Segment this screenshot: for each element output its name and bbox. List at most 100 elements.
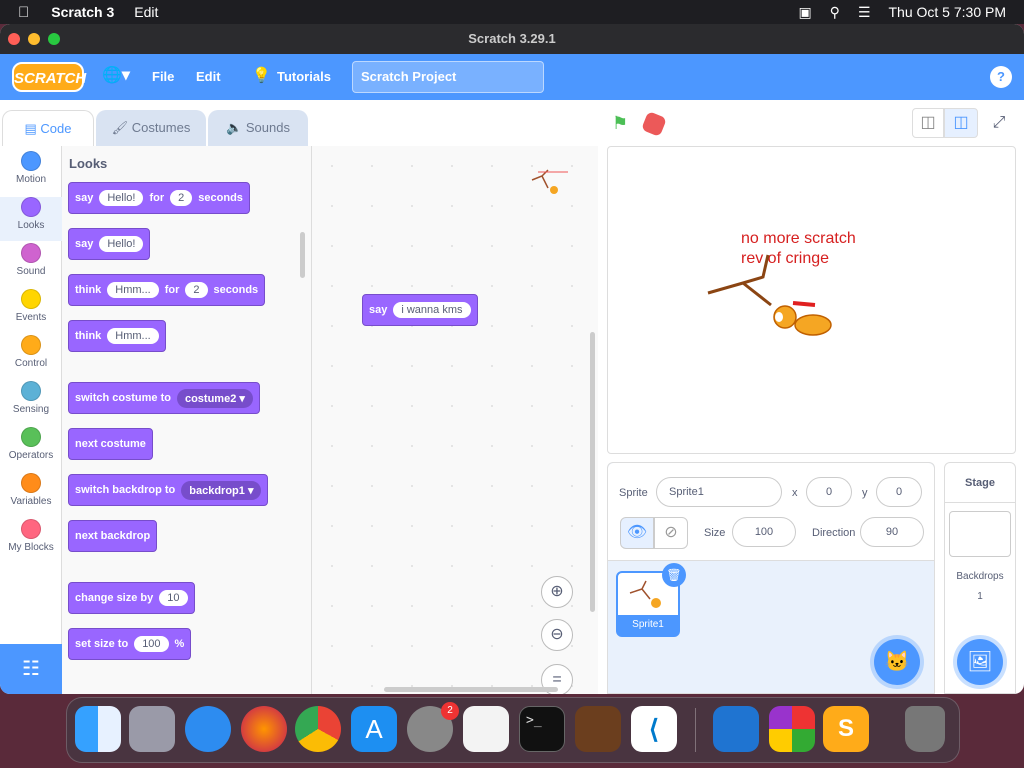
next-costume-block[interactable]: next costume <box>68 428 153 460</box>
terminal-icon[interactable]: >_ <box>519 706 565 752</box>
sprite-name-input[interactable]: Sprite1 <box>656 477 782 507</box>
category-variables[interactable]: Variables <box>0 473 62 507</box>
zoom-in-button[interactable]: ⊕ <box>541 576 573 608</box>
switch-backdrop-block[interactable]: switch backdrop to backdrop1 ▾ <box>68 474 269 506</box>
y-input[interactable]: 0 <box>876 477 922 507</box>
vscode-icon[interactable]: ⟨ <box>631 706 677 752</box>
menubar-app-name[interactable]: Scratch 3 <box>51 4 114 20</box>
launchpad-icon[interactable] <box>129 706 175 752</box>
zoom-window-button[interactable] <box>48 33 60 45</box>
code-workspace[interactable]: say i wanna kms ⊕ ⊖ = <box>312 146 598 694</box>
tutorials-button[interactable]: Tutorials <box>277 69 331 84</box>
control-center-icon[interactable]: ☰ <box>858 4 871 21</box>
speaker-icon: 🔈 <box>226 120 243 135</box>
safari-icon[interactable] <box>185 706 231 752</box>
fullscreen-icon[interactable]: ⤢ <box>984 108 1014 138</box>
spotlight-search-icon[interactable]: ⚲ <box>830 4 840 21</box>
app-store-icon[interactable]: A <box>351 706 397 752</box>
category-sensing[interactable]: Sensing <box>0 381 62 415</box>
message-input[interactable]: Hello! <box>99 190 144 206</box>
category-looks[interactable]: Looks <box>0 197 62 241</box>
edit-menu[interactable]: Edit <box>196 69 221 84</box>
tutorials-lightbulb-icon[interactable]: 💡 <box>252 66 271 84</box>
x-input[interactable]: 0 <box>806 477 852 507</box>
close-window-button[interactable] <box>8 33 20 45</box>
scratch-app-icon[interactable]: S <box>823 706 869 752</box>
add-extension-icon[interactable]: ☷ <box>0 644 62 694</box>
scratch-logo[interactable]: SCRATCH <box>12 62 86 92</box>
choose-backdrop-icon[interactable]: 🖼 <box>957 639 1003 685</box>
size-input[interactable]: 100 <box>134 636 169 652</box>
think-for-seconds-block[interactable]: think Hmm... for 2 seconds <box>68 274 266 306</box>
help-icon[interactable]: ? <box>990 66 1012 88</box>
screen-mirroring-icon[interactable]: ▣ <box>798 4 811 21</box>
think-block[interactable]: think Hmm... <box>68 320 166 352</box>
stage-selector-pane[interactable]: Stage Backdrops 1 🖼 <box>944 462 1016 694</box>
textedit-icon[interactable] <box>463 706 509 752</box>
seconds-input[interactable]: 2 <box>185 282 208 298</box>
zoom-out-button[interactable]: ⊖ <box>541 619 573 651</box>
garageband-icon[interactable] <box>575 706 621 752</box>
file-menu[interactable]: File <box>152 69 174 84</box>
apple-icon[interactable]:  <box>18 4 29 21</box>
say-block[interactable]: say Hello! <box>68 228 151 260</box>
menubar-clock[interactable]: Thu Oct 5 7:30 PM <box>889 4 1007 20</box>
minimize-window-button[interactable] <box>28 33 40 45</box>
category-label: Looks <box>17 220 45 231</box>
menubar-edit[interactable]: Edit <box>134 4 158 20</box>
category-events[interactable]: Events <box>0 289 62 323</box>
weather-icon[interactable] <box>713 706 759 752</box>
hide-sprite-eye-icon[interactable]: ⊘ <box>654 517 688 549</box>
message-input[interactable]: i wanna kms <box>393 302 471 318</box>
cat-sprite[interactable] <box>703 247 843 347</box>
category-sound[interactable]: Sound <box>0 243 62 277</box>
say-for-seconds-block[interactable]: say Hello! for 2 seconds <box>68 182 250 214</box>
palette-scrollbar[interactable] <box>300 232 305 278</box>
small-stage-button[interactable]: ◫ <box>912 108 944 138</box>
workspace-say-block[interactable]: say i wanna kms <box>362 294 478 326</box>
green-flag-icon[interactable]: ⚑ <box>612 113 632 133</box>
project-title-input[interactable]: Scratch Project <box>352 61 544 93</box>
direction-input[interactable]: 90 <box>860 517 924 547</box>
category-label: Control <box>14 358 48 369</box>
backdrop-dropdown[interactable]: backdrop1 ▾ <box>181 480 262 500</box>
choose-sprite-cat-icon[interactable]: 🐱 <box>874 639 920 685</box>
tab-sounds[interactable]: 🔈 Sounds <box>208 110 308 146</box>
stage-canvas[interactable]: no more scratch rev of cringe <box>607 146 1016 454</box>
stop-icon[interactable] <box>640 110 668 138</box>
workspace-horizontal-scrollbar[interactable] <box>384 687 558 692</box>
show-sprite-eye-icon[interactable]: 👁 <box>620 517 654 549</box>
next-backdrop-block[interactable]: next backdrop <box>68 520 158 552</box>
settings-badge: 2 <box>441 702 459 720</box>
message-input[interactable]: Hmm... <box>107 328 159 344</box>
message-input[interactable]: Hmm... <box>107 282 159 298</box>
finder-icon[interactable] <box>75 706 121 752</box>
seconds-input[interactable]: 2 <box>170 190 193 206</box>
category-label: Motion <box>15 174 46 185</box>
tab-code[interactable]: ▤ Code <box>2 110 94 146</box>
category-label: Operators <box>8 450 54 461</box>
chrome-icon[interactable] <box>295 706 341 752</box>
delete-sprite-trash-icon[interactable]: 🗑 <box>662 563 686 587</box>
category-motion[interactable]: Motion <box>0 151 62 185</box>
backdrop-thumbnail[interactable] <box>949 511 1011 557</box>
message-input[interactable]: Hello! <box>99 236 144 252</box>
costume-dropdown[interactable]: costume2 ▾ <box>176 388 253 408</box>
size-input[interactable]: 100 <box>732 517 796 547</box>
category-control[interactable]: Control <box>0 335 62 369</box>
trash-icon[interactable] <box>905 706 945 752</box>
workspace-vertical-scrollbar[interactable] <box>590 332 595 612</box>
change-size-block[interactable]: change size by 10 <box>68 582 195 614</box>
category-operators[interactable]: Operators <box>0 427 62 461</box>
tab-costumes[interactable]: 🖌 Costumes <box>96 110 206 146</box>
firefox-icon[interactable] <box>241 706 287 752</box>
microsoft-app-icon[interactable] <box>769 706 815 752</box>
switch-costume-block[interactable]: switch costume to costume2 ▾ <box>68 382 260 414</box>
language-globe-icon[interactable]: 🌐▾ <box>102 65 130 85</box>
set-size-block[interactable]: set size to 100% <box>68 628 192 660</box>
category-label: Events <box>15 312 47 323</box>
normal-stage-button[interactable]: ◫ <box>944 108 978 138</box>
category-my-blocks[interactable]: My Blocks <box>0 519 62 553</box>
size-change-input[interactable]: 10 <box>159 590 188 606</box>
sprite-preview-thumbnail <box>528 166 578 200</box>
